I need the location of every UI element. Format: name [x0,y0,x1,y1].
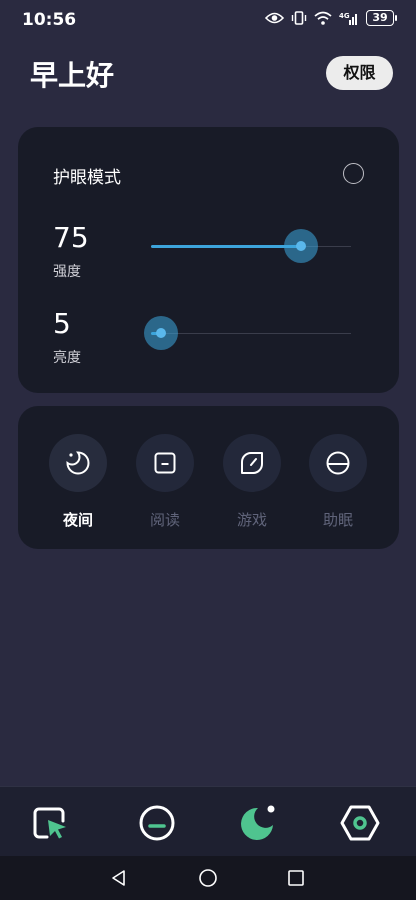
home-circle-icon [199,869,217,887]
mode-game[interactable]: 游戏 [222,434,282,530]
screen: 10:56 4G 39 早上好 权限 护眼模式 75 强度 5 亮度 夜间 阅读… [0,0,416,900]
system-nav-bar [0,856,416,900]
eye-mode-title: 护眼模式 [53,168,121,188]
system-home-button[interactable] [196,866,220,890]
greeting-title: 早上好 [30,59,115,92]
mode-reading-circle [136,434,194,492]
eye-mode-toggle[interactable] [343,163,364,184]
permission-button[interactable]: 权限 [326,56,393,90]
status-bar: 10:56 4G 39 [0,0,416,40]
mode-reading-label: 阅读 [149,511,180,529]
intensity-label: 强度 [53,264,81,280]
nav-minus-button[interactable] [137,803,177,843]
brightness-slider-track [151,333,351,334]
eye-protection-card: 护眼模式 75 强度 5 亮度 [18,127,399,393]
network-label: 4G [339,12,350,20]
mode-game-circle [223,434,281,492]
intensity-slider-fill [151,245,301,248]
brightness-label: 亮度 [53,350,81,366]
mode-night[interactable]: 夜间 [48,434,108,530]
intensity-slider-thumb[interactable] [284,229,318,263]
status-icons: 4G 39 [265,10,397,26]
mode-sleep-label: 助眠 [322,511,353,529]
mode-night-circle [49,434,107,492]
signal-icon: 4G [339,12,357,25]
intensity-value: 75 [53,221,89,254]
recents-square-icon [288,870,304,886]
brightness-slider[interactable] [144,316,351,352]
nav-settings-button[interactable] [340,803,380,843]
mode-night-label: 夜间 [62,511,93,529]
hexagon-icon [340,805,380,841]
cursor-square-icon [33,807,66,839]
mode-sleep[interactable]: 助眠 [308,434,368,530]
brightness-slider-thumb[interactable] [144,316,178,350]
nav-cursor-button[interactable] [30,803,70,843]
book-icon [154,452,176,474]
nav-moon-button[interactable] [238,803,278,843]
mode-reading[interactable]: 阅读 [135,434,195,530]
mode-game-label: 游戏 [236,511,267,529]
moon-icon [66,451,90,475]
wifi-icon [314,11,332,25]
battery-icon: 39 [366,10,397,26]
back-triangle-icon [112,870,125,886]
scene-modes-card: 夜间 阅读 游戏 助眠 [18,406,399,549]
leaf-icon [241,452,263,474]
eye-icon [265,12,284,24]
sleep-icon [326,451,350,475]
brightness-value: 5 [53,307,71,340]
system-back-button[interactable] [107,866,131,890]
moon-nav-icon [241,805,275,840]
system-recents-button[interactable] [284,866,308,890]
intensity-slider[interactable] [151,229,351,265]
mode-sleep-circle [309,434,367,492]
bottom-nav [0,786,416,856]
status-time: 10:56 [22,10,77,30]
minus-circle-icon [139,805,175,841]
vibrate-icon [291,11,307,25]
